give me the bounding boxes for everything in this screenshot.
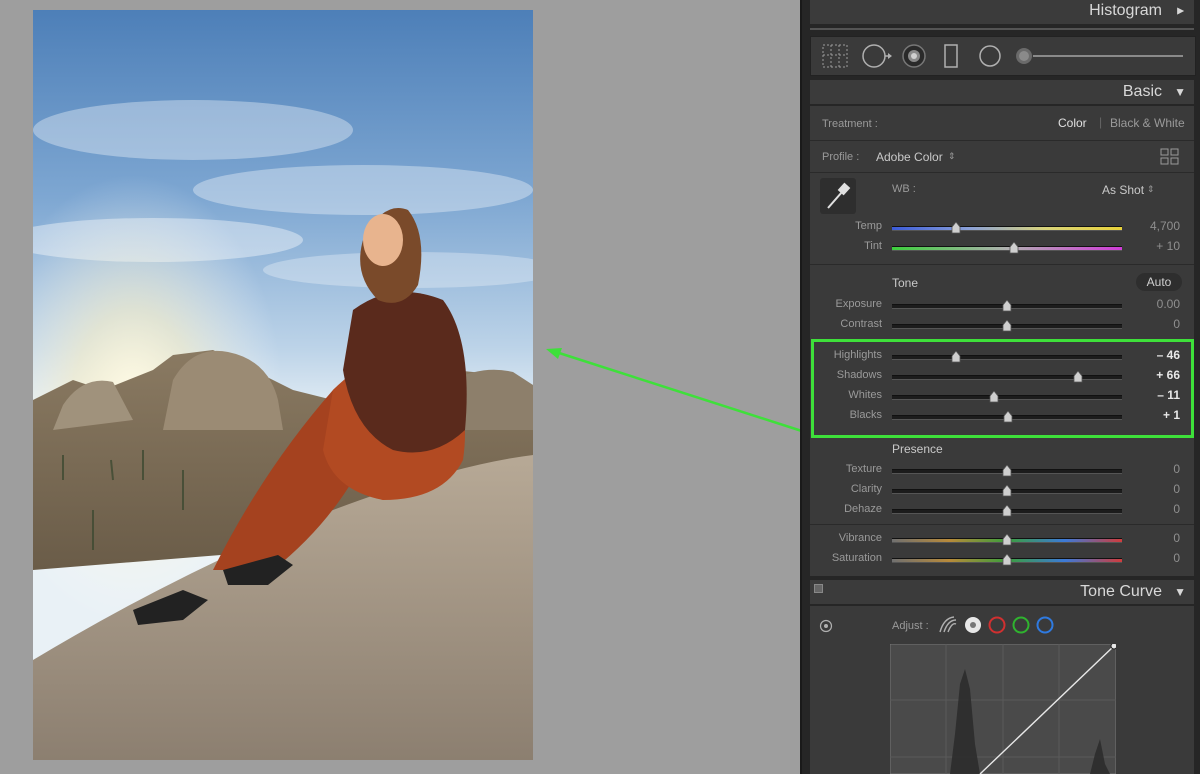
auto-button[interactable]: Auto bbox=[1136, 273, 1182, 291]
tint-label: Tint bbox=[864, 240, 882, 252]
vibrance-value[interactable]: 0 bbox=[1120, 531, 1180, 545]
auto-button-label: Auto bbox=[1146, 275, 1172, 289]
tone-curve-graph[interactable] bbox=[890, 644, 1116, 774]
divider bbox=[810, 140, 1194, 141]
tint-slider-track[interactable] bbox=[892, 246, 1122, 251]
saturation-slider-thumb[interactable] bbox=[1002, 553, 1012, 566]
tone-curve-title: Tone Curve bbox=[1080, 583, 1162, 600]
profile-stepper-icon[interactable]: ⇕ bbox=[948, 151, 956, 162]
graduated-filter-icon[interactable] bbox=[943, 43, 959, 69]
wb-select[interactable]: As Shot bbox=[1102, 183, 1144, 197]
collapse-icon: ▼ bbox=[1174, 585, 1186, 599]
dehaze-label: Dehaze bbox=[844, 503, 882, 515]
profile-select[interactable]: Adobe Color bbox=[876, 150, 943, 164]
basic-header[interactable]: Basic ▼ bbox=[810, 80, 1194, 104]
clarity-value[interactable]: 0 bbox=[1120, 482, 1180, 496]
temp-slider-thumb[interactable] bbox=[951, 221, 961, 234]
contrast-slider-thumb[interactable] bbox=[1002, 319, 1012, 332]
divider bbox=[810, 524, 1194, 525]
wb-stepper-icon[interactable]: ⇕ bbox=[1147, 184, 1155, 195]
tool-strip bbox=[810, 36, 1196, 76]
divider bbox=[810, 28, 1194, 30]
treatment-label: Treatment : bbox=[822, 118, 878, 130]
profile-browser-icon[interactable] bbox=[1160, 148, 1180, 166]
temp-value[interactable]: 4,700 bbox=[1120, 219, 1180, 233]
highlight-annotation-box bbox=[811, 339, 1194, 438]
texture-value[interactable]: 0 bbox=[1120, 462, 1180, 476]
develop-right-panel: Histogram ▼ Basic ▼ Treatment: Color | … bbox=[800, 0, 1200, 774]
crop-grid-icon[interactable] bbox=[821, 43, 849, 69]
tint-slider-thumb[interactable] bbox=[1009, 241, 1019, 254]
green-channel-icon[interactable] bbox=[1010, 614, 1032, 636]
radial-filter-icon[interactable] bbox=[977, 43, 1003, 69]
profile-label: Profile : bbox=[822, 151, 860, 163]
contrast-label: Contrast bbox=[840, 318, 882, 330]
contrast-value[interactable]: 0 bbox=[1120, 317, 1180, 331]
collapse-icon: ▼ bbox=[1174, 85, 1186, 99]
annotation-arrow bbox=[546, 348, 809, 435]
divider bbox=[810, 172, 1194, 173]
vibrance-slider-thumb[interactable] bbox=[1002, 533, 1012, 546]
brush-slider-icon[interactable] bbox=[1015, 43, 1187, 69]
blue-channel-icon[interactable] bbox=[1034, 614, 1056, 636]
red-channel-icon[interactable] bbox=[986, 614, 1008, 636]
vibrance-label: Vibrance bbox=[838, 532, 882, 544]
presence-title: Presence bbox=[892, 442, 943, 456]
dehaze-slider-thumb[interactable] bbox=[1002, 504, 1012, 517]
spot-removal-icon[interactable] bbox=[861, 43, 893, 69]
treatment-color-option[interactable]: Color bbox=[1058, 116, 1087, 130]
photo-preview bbox=[33, 10, 533, 760]
treatment-separator: | bbox=[1099, 115, 1103, 129]
rgb-channel-icon[interactable] bbox=[962, 614, 984, 636]
dehaze-value[interactable]: 0 bbox=[1120, 502, 1180, 516]
temp-slider-track[interactable] bbox=[892, 226, 1122, 231]
exposure-slider-thumb[interactable] bbox=[1002, 299, 1012, 312]
collapse-left-icon: ▼ bbox=[1173, 5, 1188, 17]
exposure-value[interactable]: 0.00 bbox=[1120, 297, 1180, 311]
red-eye-icon[interactable] bbox=[901, 43, 927, 69]
tint-value[interactable]: + 10 bbox=[1120, 239, 1180, 253]
exposure-label: Exposure bbox=[835, 298, 882, 310]
basic-title: Basic bbox=[1122, 83, 1162, 100]
panel-toggle-icon[interactable] bbox=[814, 584, 823, 593]
texture-slider-thumb[interactable] bbox=[1002, 464, 1012, 477]
white-balance-eyedropper-icon[interactable] bbox=[820, 178, 856, 214]
saturation-value[interactable]: 0 bbox=[1120, 551, 1180, 565]
clarity-slider-thumb[interactable] bbox=[1002, 484, 1012, 497]
tone-curve-header[interactable]: Tone Curve ▼ bbox=[810, 580, 1194, 604]
adjust-label: Adjust : bbox=[892, 620, 929, 632]
texture-label: Texture bbox=[845, 463, 882, 475]
histogram-header[interactable]: Histogram ▼ bbox=[810, 0, 1194, 24]
clarity-label: Clarity bbox=[850, 483, 882, 495]
temp-label: Temp bbox=[855, 220, 882, 232]
target-adjust-icon[interactable] bbox=[819, 619, 833, 633]
treatment-bw-option[interactable]: Black & White bbox=[1110, 116, 1185, 130]
wb-label: WB : bbox=[892, 183, 916, 195]
saturation-label: Saturation bbox=[831, 552, 882, 564]
tone-title: Tone bbox=[892, 276, 919, 290]
histogram-title: Histogram bbox=[1089, 2, 1162, 19]
divider bbox=[810, 264, 1194, 265]
